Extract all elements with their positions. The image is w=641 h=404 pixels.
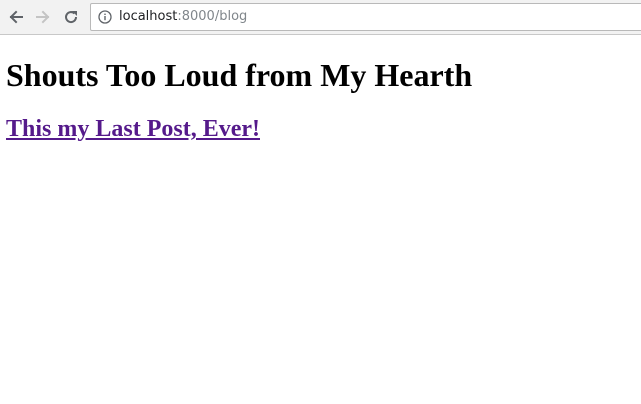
- post-title: This my Last Post, Ever!: [6, 114, 260, 144]
- browser-toolbar: localhost:8000/blog: [0, 0, 641, 35]
- address-bar[interactable]: localhost:8000/blog: [90, 3, 641, 31]
- post-link[interactable]: This my Last Post, Ever!: [6, 116, 260, 142]
- url-path: :8000/blog: [177, 9, 248, 24]
- url-text[interactable]: localhost:8000/blog: [119, 9, 247, 25]
- arrow-left-icon: [9, 10, 23, 24]
- reload-button[interactable]: [61, 7, 81, 27]
- info-icon[interactable]: [98, 10, 112, 24]
- arrow-right-icon: [36, 10, 50, 24]
- back-button[interactable]: [6, 7, 26, 27]
- page-content: Shouts Too Loud from My Hearth This my L…: [0, 36, 641, 404]
- reload-icon: [65, 11, 78, 24]
- forward-button[interactable]: [33, 7, 53, 27]
- url-host: localhost: [119, 9, 178, 24]
- page-title: Shouts Too Loud from My Hearth: [6, 57, 473, 93]
